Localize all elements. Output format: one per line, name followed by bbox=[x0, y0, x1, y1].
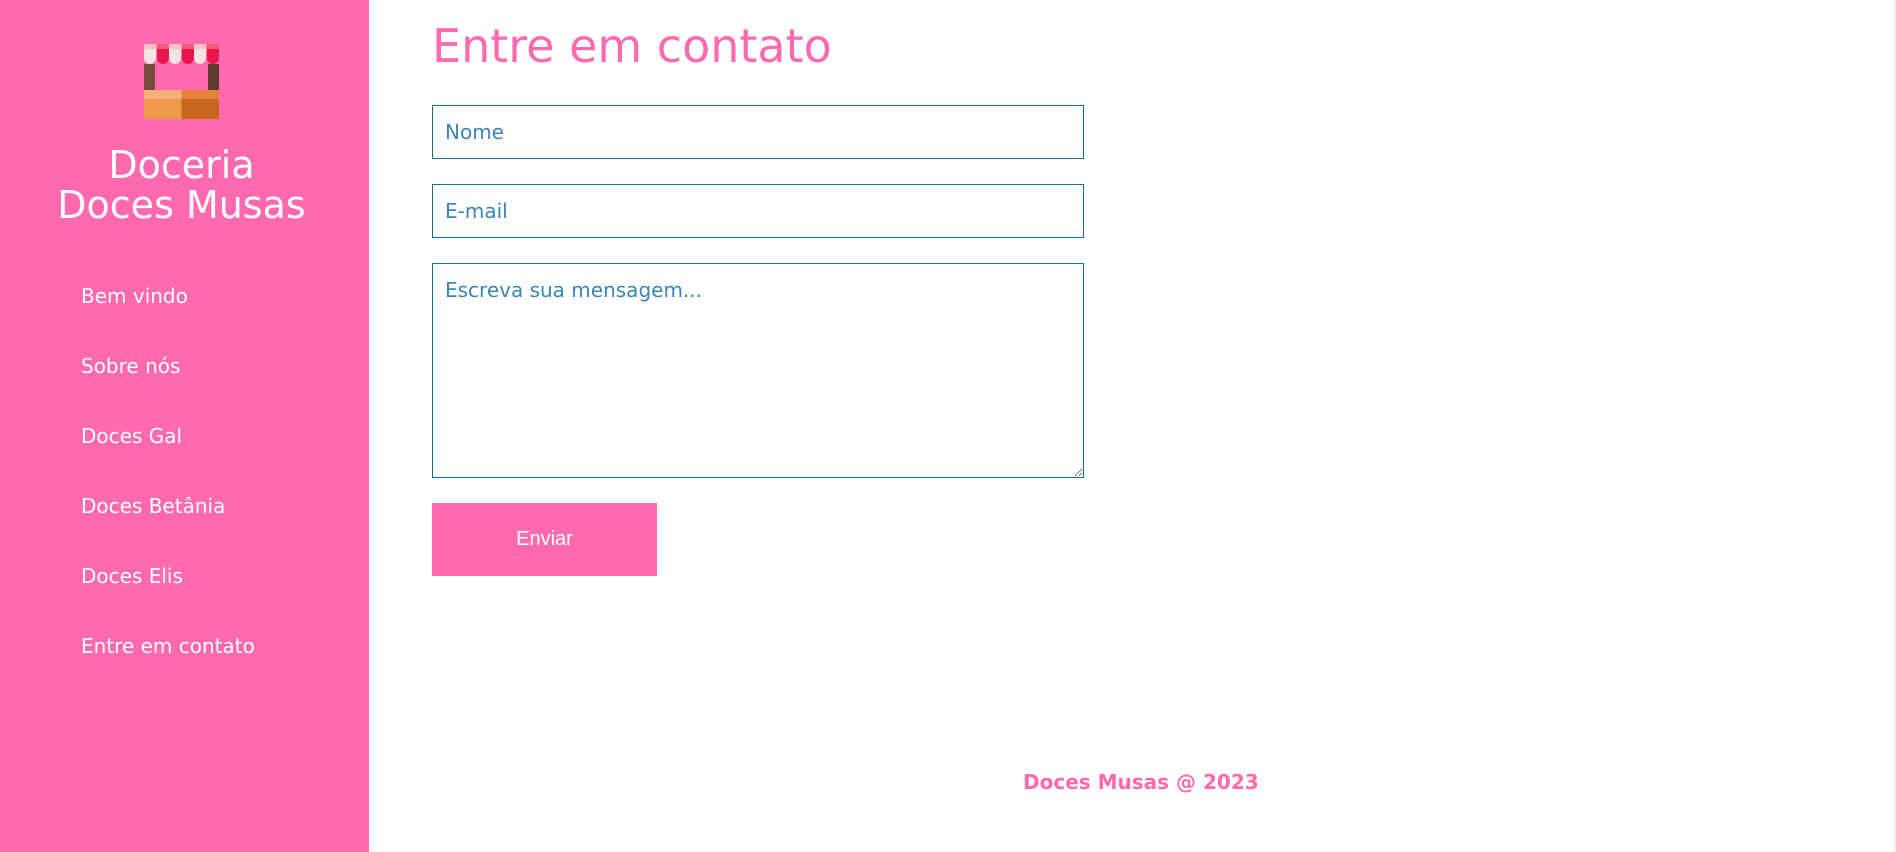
sidebar-nav: Bem vindo Sobre nós Doces Gal Doces Betâ… bbox=[81, 276, 255, 696]
nav-item-doces-betania[interactable]: Doces Betânia bbox=[81, 486, 255, 556]
brand-line-2: Doces Musas bbox=[57, 183, 306, 227]
nav-item-doces-gal[interactable]: Doces Gal bbox=[81, 416, 255, 486]
brand-line-1: Doceria bbox=[108, 143, 255, 187]
message-textarea[interactable] bbox=[432, 263, 1084, 478]
name-input[interactable] bbox=[432, 105, 1084, 159]
email-input[interactable] bbox=[432, 184, 1084, 238]
nav-item-bem-vindo[interactable]: Bem vindo bbox=[81, 276, 255, 346]
send-button[interactable]: Enviar bbox=[432, 503, 657, 576]
nav-item-entre-em-contato[interactable]: Entre em contato bbox=[81, 626, 255, 696]
footer-text: Doces Musas @ 2023 bbox=[1023, 770, 1259, 794]
nav-item-doces-elis[interactable]: Doces Elis bbox=[81, 556, 255, 626]
sidebar: Doceria Doces Musas Bem vindo Sobre nós … bbox=[0, 0, 369, 852]
sweet-shop-stall-icon bbox=[144, 44, 219, 119]
nav-item-sobre-nos[interactable]: Sobre nós bbox=[81, 346, 255, 416]
page-title: Entre em contato bbox=[432, 19, 832, 73]
brand-name: Doceria Doces Musas bbox=[0, 145, 363, 225]
